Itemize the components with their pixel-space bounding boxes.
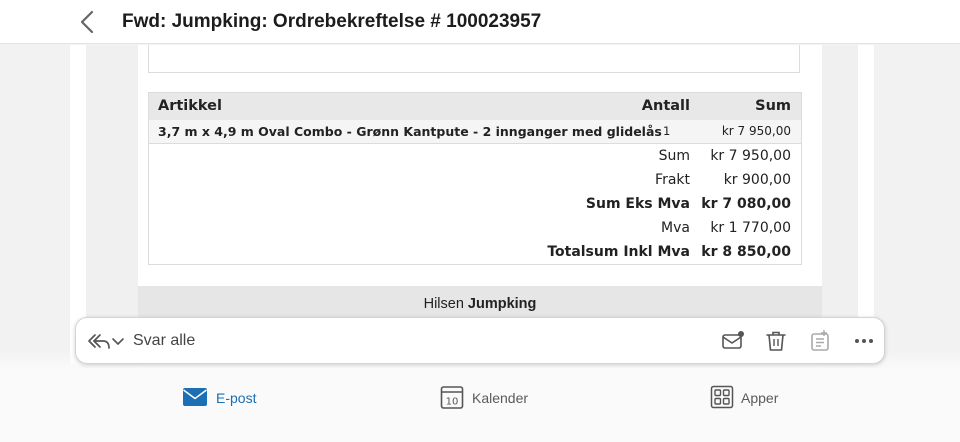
sum-column-header: Sum xyxy=(755,98,791,114)
more-options-icon[interactable] xyxy=(851,329,877,353)
tab-mail[interactable]: E-post xyxy=(182,382,262,412)
calendar-day: 10 xyxy=(446,397,459,408)
greeting-name: Jumpking xyxy=(467,296,537,312)
summary-row-sum: Sum kr 7 950,00 xyxy=(149,145,801,169)
summary-row-vat: Mva kr 1 770,00 xyxy=(149,217,801,241)
item-price: kr 7 950,00 xyxy=(721,124,791,138)
summary-label: Sum xyxy=(658,148,690,164)
mail-icon xyxy=(183,388,207,406)
tab-apps[interactable]: Apper xyxy=(710,382,790,412)
bottom-tab-bar: E-post 10 Kalender Apper xyxy=(0,368,960,442)
summary-row-ex-vat: Sum Eks Mva kr 7 080,00 xyxy=(149,193,801,217)
tab-calendar[interactable]: 10 Kalender xyxy=(440,382,530,412)
reply-all-icon[interactable] xyxy=(86,329,112,353)
message-title: Fwd: Jumpking: Ordrebekreftelse # 100023… xyxy=(122,11,542,32)
move-to-folder-icon[interactable] xyxy=(807,329,833,353)
order-table: Artikkel Antall Sum 3,7 m x 4,9 m Oval C… xyxy=(148,92,802,265)
summary-label: Frakt xyxy=(655,172,690,188)
greeting-prefix: Hilsen xyxy=(423,296,468,312)
calendar-icon: 10 xyxy=(440,386,464,409)
apps-icon xyxy=(710,385,734,409)
summary-value: kr 8 850,00 xyxy=(701,244,791,260)
back-chevron-icon[interactable] xyxy=(78,10,98,34)
delete-icon[interactable] xyxy=(763,329,789,353)
tab-calendar-label: Kalender xyxy=(472,390,529,406)
mark-unread-icon[interactable] xyxy=(720,329,746,353)
reply-all-label[interactable]: Svar alle xyxy=(133,332,195,350)
address-box xyxy=(148,45,800,73)
summary-row-shipping: Frakt kr 900,00 xyxy=(149,169,801,193)
message-header: Fwd: Jumpking: Ordrebekreftelse # 100023… xyxy=(0,0,960,44)
summary-value: kr 900,00 xyxy=(723,172,791,188)
order-table-header: Artikkel Antall Sum xyxy=(149,93,801,120)
summary-value: kr 1 770,00 xyxy=(710,220,791,236)
chevron-down-icon[interactable] xyxy=(110,329,126,353)
item-qty: 1 xyxy=(663,124,671,138)
qty-column-header: Antall xyxy=(641,98,690,114)
summary-label: Totalsum Inkl Mva xyxy=(547,244,690,260)
order-item-row: 3,7 m x 4,9 m Oval Combo - Grønn Kantput… xyxy=(149,120,801,144)
summary-label: Mva xyxy=(661,220,690,236)
item-name: 3,7 m x 4,9 m Oval Combo - Grønn Kantput… xyxy=(158,124,662,139)
summary-value: kr 7 950,00 xyxy=(710,148,791,164)
summary-row-total: Totalsum Inkl Mva kr 8 850,00 xyxy=(149,241,801,265)
tab-apps-label: Apper xyxy=(741,390,779,406)
article-column-header: Artikkel xyxy=(158,98,222,114)
tab-mail-label: E-post xyxy=(216,390,257,406)
summary-value: kr 7 080,00 xyxy=(701,196,791,212)
greeting-text: Hilsen Jumpking xyxy=(138,296,822,312)
reply-bar: Svar alle xyxy=(75,317,885,364)
summary-label: Sum Eks Mva xyxy=(585,196,690,212)
